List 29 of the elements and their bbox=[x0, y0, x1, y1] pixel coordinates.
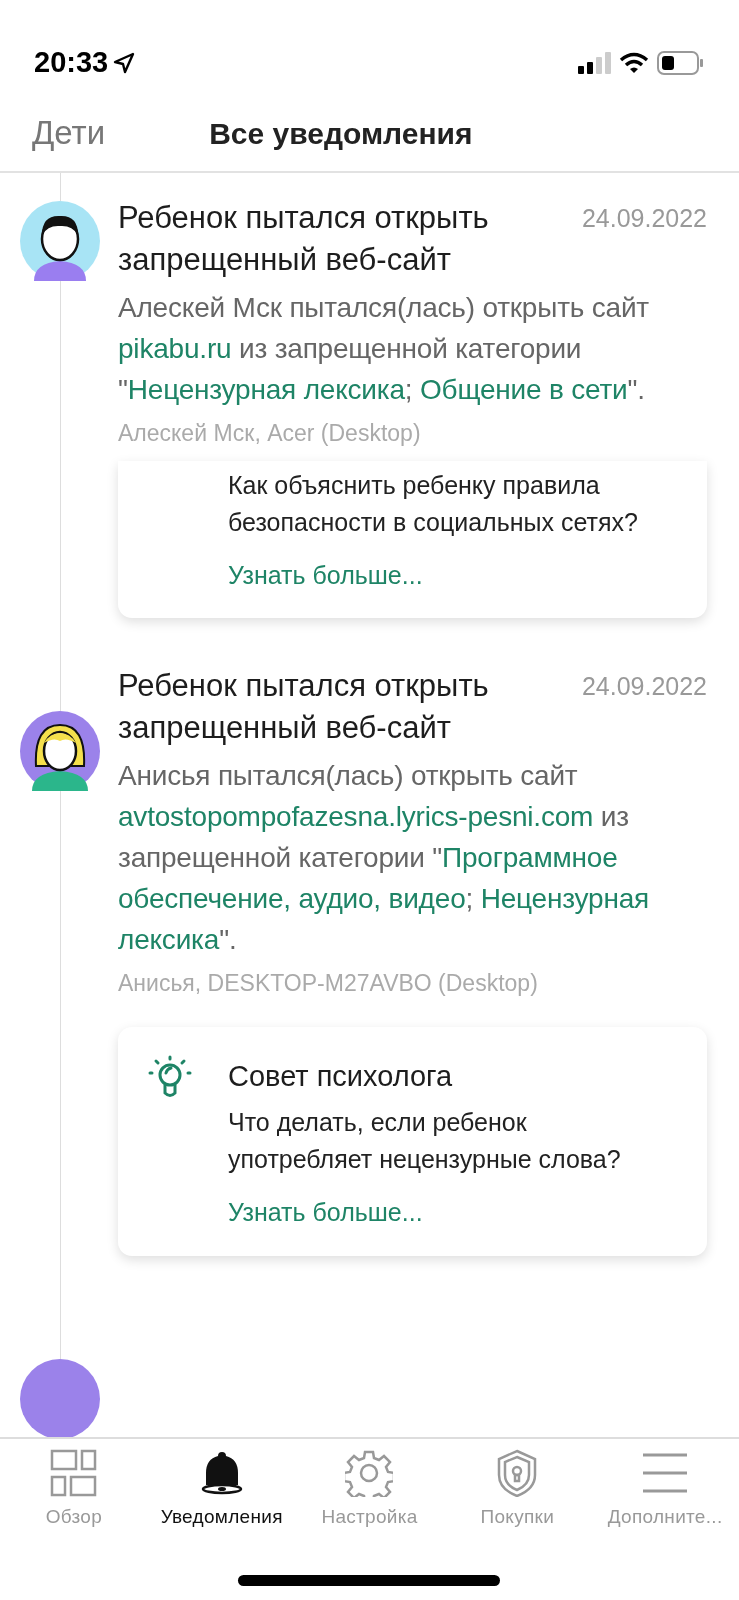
site-link[interactable]: pikabu.ru bbox=[118, 333, 232, 364]
notification-title: Ребенок пытался открыть запрещенный веб-сайт bbox=[118, 667, 490, 747]
device-label: Анисья, DESKTOP-M27AVBO (Desktop) bbox=[118, 969, 539, 998]
notification-title: Ребенок пытался открыть запрещенный веб-сайт bbox=[118, 199, 490, 279]
tab-item[interactable]: Обзор bbox=[0, 1449, 148, 1532]
tab-item[interactable]: Уведомления bbox=[147, 1449, 296, 1532]
screen-title: Все уведомления bbox=[209, 115, 473, 152]
site-link[interactable]: avtostopompofazesna.lyrics-pesni.com bbox=[118, 801, 594, 832]
site-link[interactable]: обеспечение, аудио, видео bbox=[118, 883, 466, 914]
site-link[interactable]: Программное bbox=[442, 842, 618, 873]
tip-title: Совет психолога bbox=[228, 1058, 454, 1094]
learn-more-link[interactable]: Узнать больше... bbox=[228, 1194, 423, 1232]
site-link[interactable]: Общение в сети bbox=[420, 374, 628, 405]
notification-date: 24.09.2022 bbox=[581, 671, 707, 702]
notification-text: Алеcкей Мск пытался(лась) открыть сайт pikabu.ru из запрещенной категории "Нецензурная лексика; Общение в сети". bbox=[118, 291, 650, 407]
tab-item[interactable]: Дополните... bbox=[591, 1449, 739, 1532]
device-label: Алеcкей Мск, Acer (Desktop) bbox=[118, 419, 422, 448]
tip-text: Что делать, если ребенок употребляет нецензурные слова? bbox=[228, 1107, 622, 1175]
tab-item[interactable]: Покупки bbox=[443, 1449, 592, 1532]
site-link[interactable]: Нецензурная bbox=[480, 883, 650, 914]
tip-text: Как объяснить ребенку правила безопасности в социальных сетях? bbox=[228, 469, 639, 538]
back-link[interactable]: Дети bbox=[32, 108, 106, 158]
site-link[interactable]: Нецензурная лексика bbox=[127, 374, 405, 405]
site-link[interactable]: лексика bbox=[118, 924, 220, 955]
notification-date: 24.09.2022 bbox=[581, 203, 707, 234]
learn-more-link[interactable]: Узнать больше... bbox=[228, 556, 423, 594]
tab-item[interactable]: Настройка bbox=[295, 1449, 444, 1532]
notification-text: Анисья пытался(лась) открыть сайт avtostopompofazesna.lyrics-pesni.com из запрещенной категории "Программное обеспечение, аудио, видео; Нецензурная лексика". bbox=[118, 759, 651, 957]
status-time: 20:33 bbox=[34, 44, 109, 80]
